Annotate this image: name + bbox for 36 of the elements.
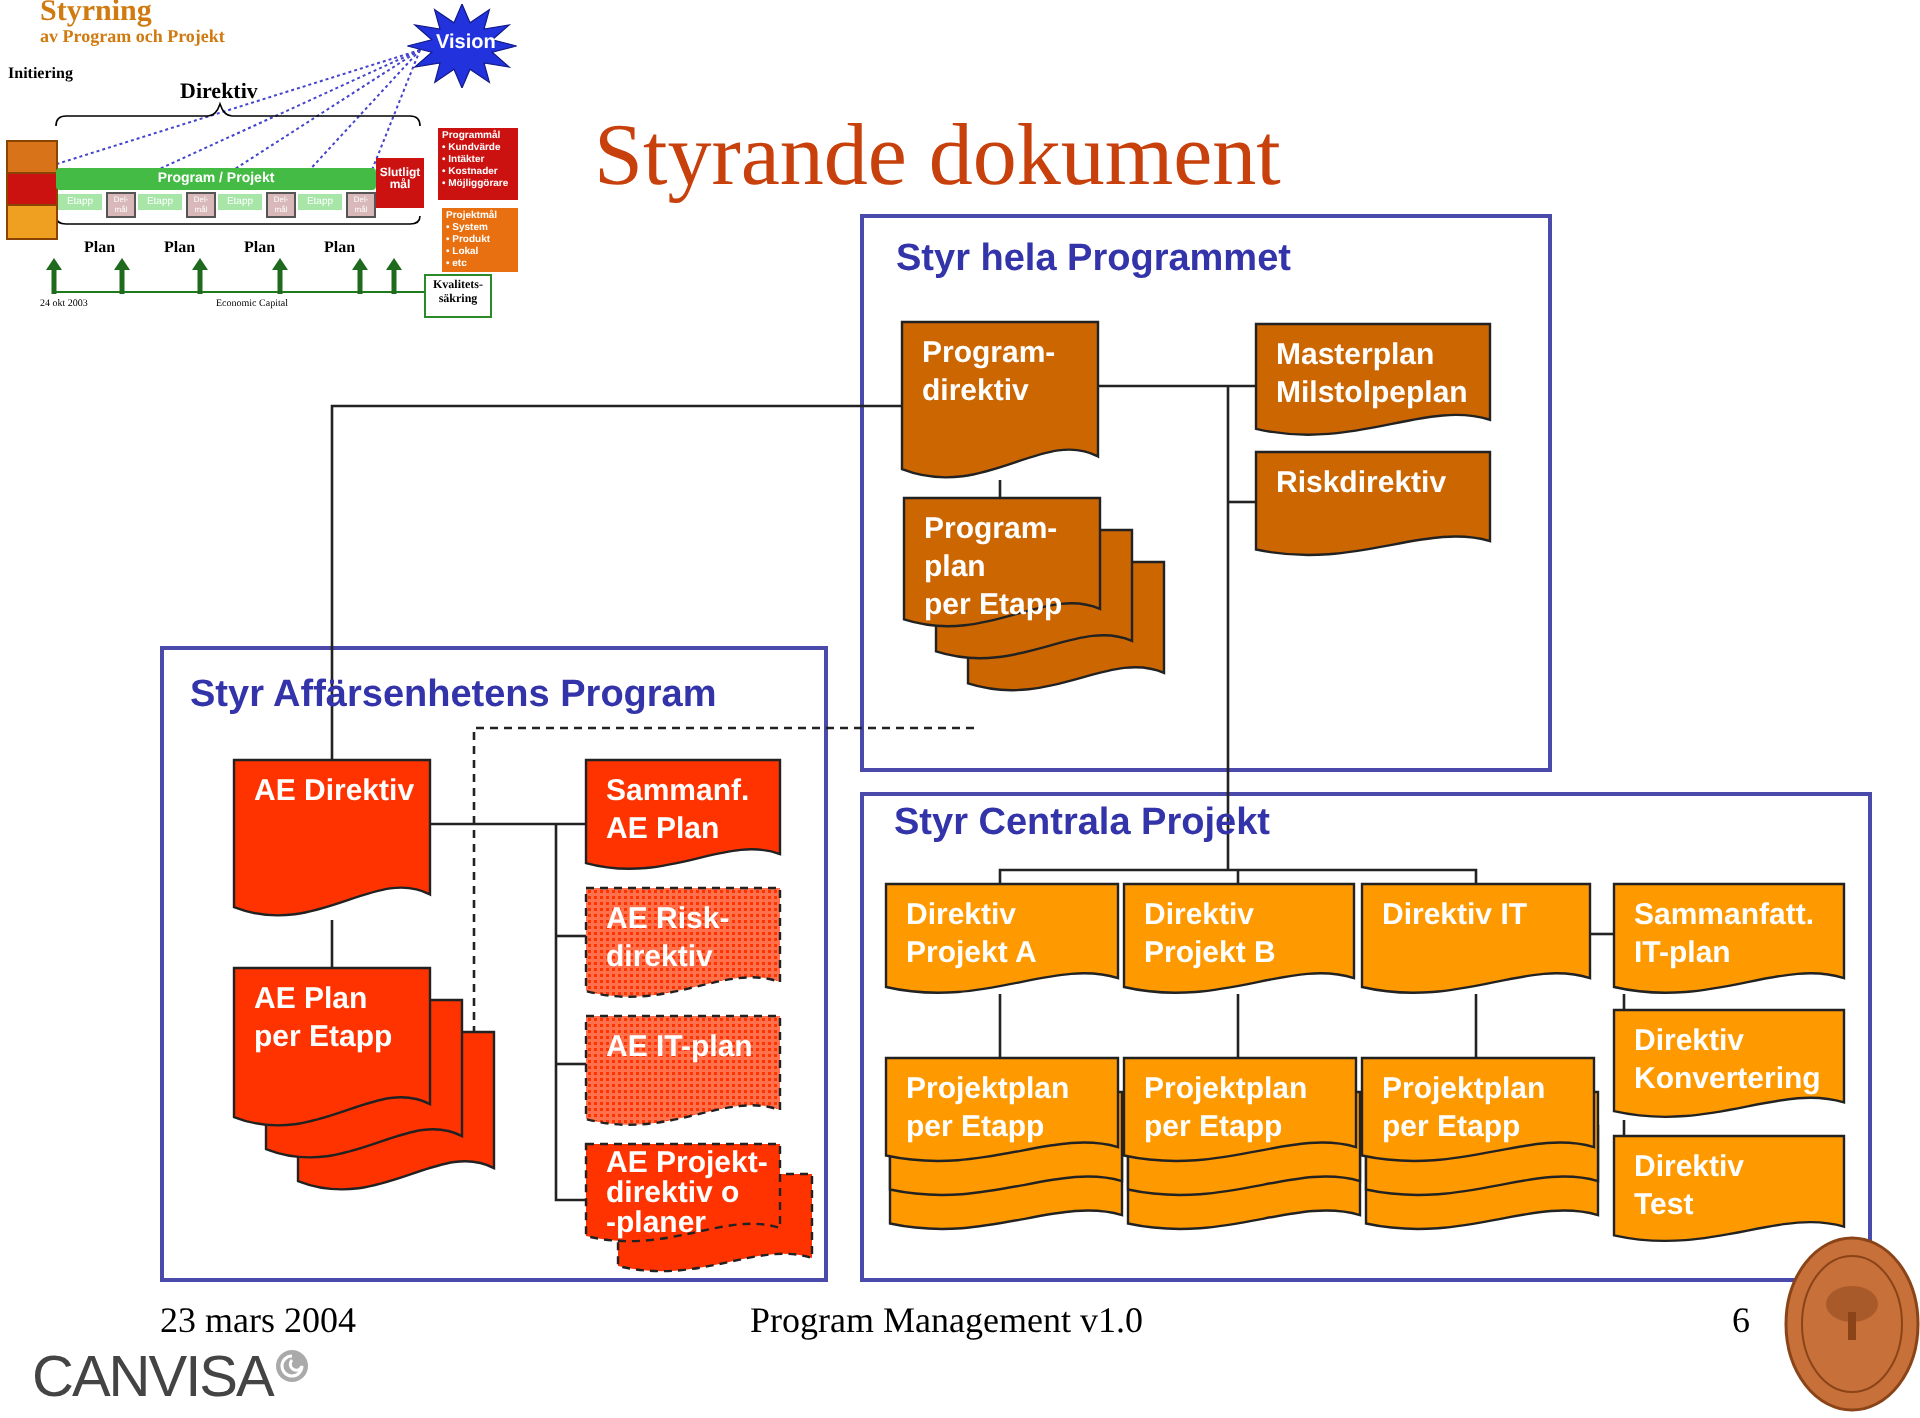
company-logo: CANVISA [32,1346,273,1412]
document-label: Sammanf. AE Plan [606,772,750,848]
footer-date: 23 mars 2004 [160,1300,356,1342]
document-label: AE IT-plan [606,1028,753,1066]
document-label: Direktiv IT [1382,896,1528,934]
star-shape [406,4,518,88]
document-label: AE Plan per Etapp [254,980,393,1056]
section-label: Direktiv [180,80,258,104]
document-label: Sammanfatt. IT-plan [1634,896,1815,972]
document-label: Program- direktiv [922,334,1056,410]
phase-label: Initiering [8,64,73,82]
document-label: Riskdirektiv [1276,464,1447,502]
document-label: Projektplan per Etapp [1382,1070,1546,1146]
document-label: Program- plan per Etapp [924,510,1063,624]
document-label: Direktiv Projekt A [906,896,1037,972]
vision-label: Vision [436,32,496,54]
swirl-icon [274,1348,310,1384]
slide-subtitle: av Program och Projekt [40,26,225,46]
phase-block [6,204,58,240]
plan-label: Plan [84,238,116,256]
page-number: 6 [1732,1300,1750,1342]
document-label: Direktiv Konvertering [1634,1022,1821,1098]
document-label: Direktiv Projekt B [1144,896,1276,972]
document-label: AE Direktiv [254,772,415,810]
plan-label: Plan [164,238,196,256]
slide-heading: Styrande dokument [594,104,1281,206]
footer-title: Program Management v1.0 [750,1300,1143,1342]
plan-label: Plan [324,238,356,256]
plan-label: Plan [244,238,276,256]
document-label: Masterplan Milstolpeplan [1276,336,1468,412]
document-label: Projektplan per Etapp [906,1070,1070,1146]
document-label: Projektplan per Etapp [1144,1070,1308,1146]
group-title: Styr hela Programmet [896,238,1291,282]
document-label: AE Risk- direktiv [606,900,730,976]
document-label: Direktiv Test [1634,1148,1745,1224]
document-label: AE Projekt- direktiv o -planer [606,1148,768,1238]
